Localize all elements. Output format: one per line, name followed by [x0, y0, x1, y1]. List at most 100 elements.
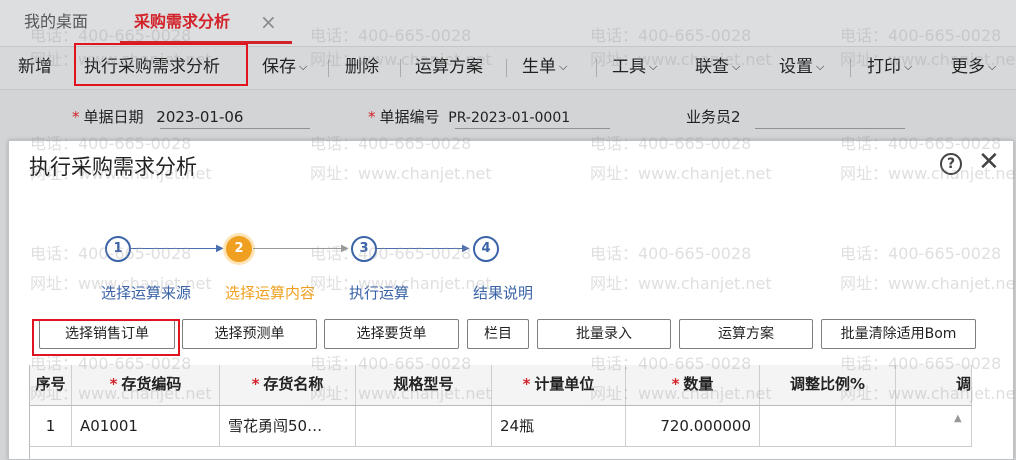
run-analysis-dialog: 执行采购需求分析 ? ✕ 1 ▶ 2 ▶ 3 ▶ 4 选择运算来源 选择运算内容… [8, 140, 1014, 460]
doc-code-value[interactable]: PR-2023-01-0001 [448, 110, 570, 126]
column-header-label: 数量 [683, 375, 714, 393]
tab-home[interactable]: 我的桌面 [24, 0, 88, 44]
step-3-label: 执行运算 [349, 284, 410, 302]
salesman-field: 业务员2 [686, 106, 741, 127]
toolbar-more-label: 更多 [951, 57, 985, 77]
doc-code-field: * 单据编号 PR-2023-01-0001 [368, 106, 570, 127]
table-cell[interactable] [356, 406, 492, 446]
toolbar-save-label: 保存 [262, 57, 296, 77]
required-mark: * [368, 108, 376, 126]
arrow-right-icon: ▶ [462, 243, 470, 254]
arrow-right-icon: ▶ [341, 243, 349, 254]
column-header-label: 规格型号 [393, 375, 454, 393]
toolbar-generate-button[interactable]: 生单 ⌵ [522, 47, 567, 89]
toolbar-print-label: 打印 [867, 57, 901, 77]
items-table: 序号 * 存货编码 * 存货名称 规格型号 * 计量单位 * 数量 调整比例% 调 1 … [29, 365, 972, 459]
doc-date-label: 单据日期 [83, 108, 144, 126]
toolbar-query-label: 联查 [695, 57, 729, 77]
toolbar-settings-label: 设置 [779, 57, 813, 77]
step-connector [253, 248, 345, 249]
table-cell[interactable] [760, 406, 896, 446]
scheme-button[interactable]: 运算方案 [679, 319, 813, 349]
toolbar-scheme-label: 运算方案 [415, 57, 483, 77]
tab-close-icon[interactable]: × [260, 0, 277, 44]
table-cell[interactable] [896, 406, 972, 446]
chevron-down-icon: ⌵ [904, 60, 913, 73]
required-mark: * [671, 375, 680, 393]
help-icon[interactable]: ? [940, 153, 962, 175]
toolbar-divider [328, 59, 329, 77]
table-cell[interactable]: 720.000000 [626, 406, 760, 446]
step-3-circle[interactable]: 3 [351, 236, 377, 262]
column-header[interactable]: 调整比例% [760, 365, 896, 405]
step-connector [377, 248, 467, 249]
arrow-right-icon: ▶ [216, 243, 224, 254]
column-header[interactable]: * 存货编码 [72, 365, 220, 405]
toolbar-new-button[interactable]: 新增 [18, 47, 52, 89]
step-2-label: 选择运算内容 [225, 284, 316, 302]
chevron-down-icon: ⌵ [299, 60, 308, 73]
chevron-down-icon: ⌵ [559, 60, 568, 73]
highlight-box [32, 319, 180, 356]
toolbar-query-button[interactable]: 联查 ⌵ [695, 47, 740, 89]
column-header[interactable]: 规格型号 [356, 365, 492, 405]
column-header[interactable]: 调 [896, 365, 972, 405]
dialog-title: 执行采购需求分析 [29, 155, 197, 179]
required-mark: * [522, 375, 531, 393]
table-cell[interactable]: 24瓶 [492, 406, 626, 446]
chevron-down-icon: ⌵ [816, 60, 825, 73]
toolbar-print-button[interactable]: 打印 ⌵ [867, 47, 912, 89]
column-header[interactable]: * 数量 [626, 365, 760, 405]
table-cell[interactable]: 1 [30, 406, 72, 446]
toolbar-divider [506, 59, 507, 77]
toolbar-divider [596, 59, 597, 77]
select-forecast-button[interactable]: 选择预测单 [182, 319, 317, 349]
batch-clear-bom-button[interactable]: 批量清除适用Bom [821, 319, 976, 349]
step-2-circle[interactable]: 2 [226, 236, 252, 262]
chevron-down-icon: ⌵ [732, 60, 741, 73]
toolbar-generate-label: 生单 [522, 57, 556, 77]
toolbar-new-label: 新增 [18, 57, 52, 77]
scroll-up-icon[interactable]: ▲ [954, 413, 962, 424]
table-cell[interactable]: A01001 [72, 406, 220, 446]
toolbar-scheme-button[interactable]: 运算方案 [415, 47, 483, 89]
column-header-label: 序号 [35, 375, 66, 393]
column-header-label: 调 [955, 375, 971, 393]
doc-code-label: 单据编号 [379, 108, 440, 126]
highlight-box [74, 43, 248, 86]
toolbar-divider [400, 59, 401, 77]
select-requisition-button[interactable]: 选择要货单 [324, 319, 459, 349]
field-underline [455, 128, 610, 129]
close-icon[interactable]: ✕ [978, 147, 1000, 177]
column-header-label: 调整比例% [789, 375, 866, 393]
column-header[interactable]: * 存货名称 [220, 365, 356, 405]
column-header[interactable]: * 计量单位 [492, 365, 626, 405]
document-header-form: * 单据日期 2023-01-06 * 单据编号 PR-2023-01-0001 业… [0, 88, 1016, 140]
toolbar-more-button[interactable]: 更多 ⌵ [951, 47, 996, 89]
table-cell[interactable]: 雪花勇闯50… [220, 406, 356, 446]
column-header[interactable]: 序号 [30, 365, 72, 405]
table-header: 序号 * 存货编码 * 存货名称 规格型号 * 计量单位 * 数量 调整比例% 调 [30, 365, 972, 406]
doc-date-value[interactable]: 2023-01-06 [156, 108, 243, 126]
toolbar-settings-button[interactable]: 设置 ⌵ [779, 47, 824, 89]
tab-active-label: 采购需求分析 [134, 12, 231, 31]
toolbar-save-button[interactable]: 保存 ⌵ [262, 47, 307, 89]
toolbar-delete-button[interactable]: 删除 [345, 47, 379, 89]
required-mark: * [251, 375, 260, 393]
batch-entry-button[interactable]: 批量录入 [537, 319, 671, 349]
step-connector [131, 248, 221, 249]
column-header-label: 存货名称 [263, 375, 324, 393]
step-4-circle[interactable]: 4 [473, 236, 499, 262]
doc-date-field: * 单据日期 2023-01-06 [72, 106, 243, 127]
step-1-circle[interactable]: 1 [105, 236, 131, 262]
salesman-label: 业务员2 [686, 108, 741, 126]
tab-bar: 我的桌面 采购需求分析 × [0, 0, 1016, 46]
table-row[interactable]: 1 A01001 雪花勇闯50… 24瓶 720.000000 [30, 406, 972, 447]
field-underline [160, 128, 310, 129]
field-underline [755, 128, 905, 129]
step-1-label: 选择运算来源 [101, 284, 192, 302]
toolbar-tools-button[interactable]: 工具 ⌵ [612, 47, 657, 89]
toolbar-divider [850, 59, 851, 77]
columns-button[interactable]: 栏目 [467, 319, 529, 349]
tab-purchase-demand-analysis[interactable]: 采购需求分析 × [120, 0, 292, 44]
